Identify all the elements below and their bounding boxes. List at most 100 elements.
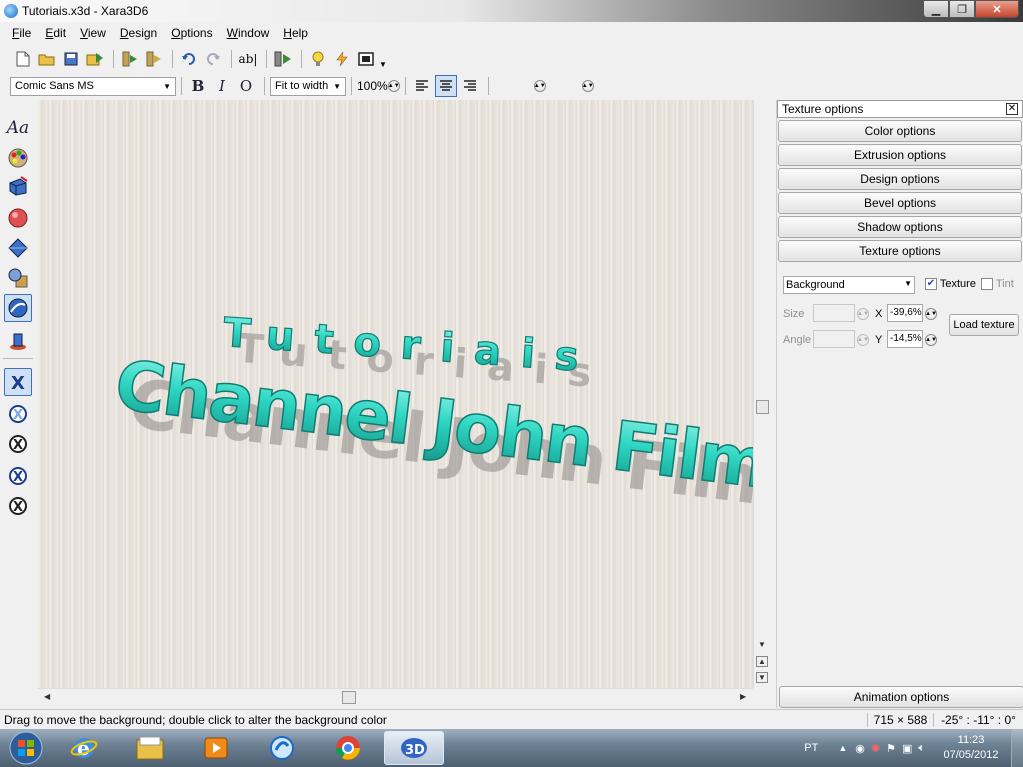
save-icon[interactable] <box>60 48 82 70</box>
horizontal-scroll-thumb[interactable] <box>342 691 356 704</box>
bevel-options-button[interactable]: Bevel options <box>778 192 1022 214</box>
lightning-icon[interactable] <box>331 48 353 70</box>
frame-dropdown-arrow[interactable]: ▼ <box>379 60 387 69</box>
design-options-button[interactable]: Design options <box>778 168 1022 190</box>
frame-icon[interactable] <box>355 48 377 70</box>
svg-text:3D: 3D <box>405 743 425 758</box>
edit-text-icon[interactable]: ab| <box>237 48 259 70</box>
tint-checkbox[interactable] <box>981 278 993 291</box>
font-select[interactable]: Comic Sans MS ▼ <box>10 76 176 96</box>
tray-app-icon[interactable]: ✺ <box>871 742 880 755</box>
char-spacing-spinner[interactable]: ▲▼ <box>581 80 594 92</box>
vertical-scrollbar[interactable]: ▼ ▲ ▼ <box>753 100 770 688</box>
import-icon[interactable] <box>119 48 141 70</box>
line-spacing-spinner[interactable]: ▲▼ <box>533 80 546 92</box>
bevel-sphere-icon[interactable] <box>4 204 32 232</box>
play-animation-icon[interactable] <box>272 48 294 70</box>
open-folder-icon[interactable] <box>36 48 58 70</box>
x-rotate-icon[interactable]: X <box>4 368 32 396</box>
maximize-button[interactable]: ❐ <box>949 0 975 18</box>
volume-icon[interactable]: 🔈︎ <box>918 742 925 755</box>
network-icon[interactable]: ▣ <box>902 742 912 755</box>
menu-edit[interactable]: Edit <box>45 26 66 40</box>
zoom-value[interactable]: 100% <box>357 79 388 93</box>
extrusion-options-button[interactable]: Extrusion options <box>778 144 1022 166</box>
3d-canvas[interactable]: Tutoriais Channel John Films Tutoriais C… <box>38 100 753 688</box>
char-spacing-field[interactable] <box>546 78 582 94</box>
shadow-shapes-icon[interactable] <box>4 264 32 292</box>
y-offset-field[interactable]: -14,5% <box>887 330 923 348</box>
text-tool-icon[interactable]: Aa <box>4 114 32 142</box>
taskbar-media-player-icon[interactable] <box>186 731 246 765</box>
toolbar-separator <box>487 77 489 95</box>
color-options-button[interactable]: Color options <box>778 120 1022 142</box>
x-rotate-variant-3-icon[interactable]: X <box>4 462 32 490</box>
import-animation-icon[interactable] <box>143 48 165 70</box>
y-offset-value: -14,5% <box>890 333 922 344</box>
menu-options[interactable]: Options <box>171 26 212 40</box>
load-texture-button[interactable]: Load texture <box>949 314 1019 336</box>
bold-button[interactable]: B <box>187 75 209 97</box>
taskbar-xara3d-icon[interactable]: 3D <box>384 731 444 765</box>
x-offset-value: -39,6% <box>890 307 922 318</box>
outline-button[interactable]: O <box>235 75 257 97</box>
texture-globe-icon[interactable] <box>4 294 32 322</box>
clock[interactable]: 11:23 07/05/2012 <box>931 733 1011 763</box>
animation-options-button[interactable]: Animation options <box>779 686 1023 708</box>
align-center-icon[interactable] <box>434 75 457 97</box>
menu-view[interactable]: View <box>80 26 106 40</box>
taskbar-internet-explorer-icon[interactable]: e <box>54 731 114 765</box>
menu-design[interactable]: Design <box>120 26 157 40</box>
x-offset-spinner[interactable]: ▲▼ <box>925 308 937 320</box>
texture-target-select[interactable]: Background ▼ <box>783 276 915 294</box>
x-offset-field[interactable]: -39,6% <box>887 304 923 322</box>
show-hidden-icons-icon[interactable]: ▲ <box>838 743 847 753</box>
taskbar-file-explorer-icon[interactable] <box>120 731 180 765</box>
x-rotate-variant-4-icon[interactable]: X <box>4 492 32 520</box>
start-button[interactable] <box>4 730 48 766</box>
texture-label: Texture <box>939 278 976 290</box>
x-rotate-variant-2-icon[interactable]: X <box>4 430 32 458</box>
network-app-tray-icon[interactable]: ◉ <box>855 742 865 755</box>
show-desktop-button[interactable] <box>1011 729 1023 767</box>
language-indicator[interactable]: PT <box>804 742 818 754</box>
panel-close-icon[interactable]: ✕ <box>1006 103 1018 115</box>
export-icon[interactable] <box>84 48 106 70</box>
status-bar: Drag to move the background; double clic… <box>0 709 1023 729</box>
y-offset-spinner[interactable]: ▲▼ <box>925 334 937 346</box>
scroll-right-arrow-icon[interactable]: ▶ <box>740 692 746 701</box>
menu-help[interactable]: Help <box>283 26 308 40</box>
scroll-page-up-icon[interactable]: ▲ <box>756 656 768 667</box>
taskbar-chrome-icon[interactable] <box>318 731 378 765</box>
x-rotate-variant-1-icon[interactable]: X <box>4 400 32 428</box>
horizontal-scrollbar[interactable]: ◀ ▶ <box>38 688 753 705</box>
undo-icon[interactable] <box>178 48 200 70</box>
light-bulb-icon[interactable] <box>307 48 329 70</box>
fit-mode-select[interactable]: Fit to width ▼ <box>270 76 346 96</box>
texture-options-button[interactable]: Texture options <box>778 240 1022 262</box>
scroll-page-down-icon[interactable]: ▼ <box>756 672 768 683</box>
zoom-spinner[interactable]: ▲▼ <box>387 80 400 92</box>
vertical-scroll-thumb[interactable] <box>756 400 769 414</box>
scroll-down-arrow-icon[interactable]: ▼ <box>758 640 766 649</box>
italic-button[interactable]: I <box>211 75 233 97</box>
xara3d-app-icon <box>4 4 18 18</box>
animation-mug-icon[interactable] <box>4 326 32 354</box>
taskbar-app-icon[interactable] <box>252 731 312 765</box>
align-left-icon[interactable] <box>411 75 433 97</box>
close-button[interactable]: ✕ <box>975 0 1019 18</box>
align-right-icon[interactable] <box>459 75 481 97</box>
diamond-icon[interactable] <box>4 234 32 262</box>
menu-window[interactable]: Window <box>227 26 270 40</box>
shadow-options-button[interactable]: Shadow options <box>778 216 1022 238</box>
line-spacing-field[interactable] <box>494 78 534 94</box>
menu-file[interactable]: File <box>12 26 31 40</box>
scroll-left-arrow-icon[interactable]: ◀ <box>44 692 50 701</box>
new-file-icon[interactable] <box>12 48 34 70</box>
color-palette-icon[interactable] <box>4 144 32 172</box>
redo-icon[interactable] <box>202 48 224 70</box>
extrusion-icon[interactable] <box>4 172 32 200</box>
minimize-button[interactable]: ▁ <box>923 0 949 18</box>
action-center-flag-icon[interactable]: ⚑ <box>886 742 896 755</box>
texture-checkbox[interactable]: ✔ <box>925 278 937 291</box>
